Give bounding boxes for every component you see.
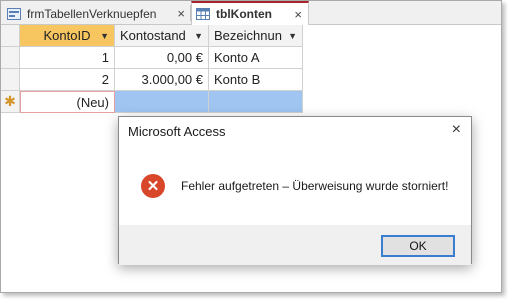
cell-bezeichnung[interactable] [209,91,303,113]
tab-frmTabellenVerknuepfen[interactable]: frmTabellenVerknuepfen × [3,2,191,25]
table-row[interactable]: 2 3.000,00 € Konto B [1,69,303,91]
column-header-kontoid[interactable]: KontoID ▼ [20,25,115,47]
dialog-title: Microsoft Access [128,123,226,139]
new-record-icon: ✱ [4,93,16,109]
tab-tblKonten[interactable]: tblKonten × [191,1,309,25]
new-record-row[interactable]: ✱ (Neu) [1,91,303,113]
dialog-message: Fehler aufgetreten – Überweisung wurde s… [181,179,449,193]
chevron-down-icon[interactable]: ▼ [288,31,297,41]
dialog-footer: OK [119,225,471,265]
cell-kontoid[interactable]: 2 [20,69,115,91]
error-dialog: Microsoft Access × ✕ Fehler aufgetreten … [118,116,472,265]
table-row[interactable]: 1 0,00 € Konto A [1,47,303,69]
select-all-corner[interactable] [1,25,20,47]
column-header-kontostand[interactable]: Kontostand ▼ [115,25,209,47]
document-tab-bar: frmTabellenVerknuepfen × tblKonten × [1,1,501,25]
cell-kontoid[interactable]: (Neu) [20,91,115,113]
cell-kontostand[interactable]: 3.000,00 € [115,69,209,91]
cell-bezeichnung[interactable]: Konto B [209,69,303,91]
table-icon [196,8,210,20]
cell-kontostand[interactable] [115,91,209,113]
tab-label: tblKonten [216,7,272,21]
header-row: KontoID ▼ Kontostand ▼ Bezeichnun ▼ [1,25,303,47]
form-icon [7,7,21,20]
ok-button[interactable]: OK [381,235,455,257]
cell-bezeichnung[interactable]: Konto A [209,47,303,69]
column-header-bezeichnung[interactable]: Bezeichnun ▼ [209,25,303,47]
dialog-title-bar: Microsoft Access × [119,117,471,145]
column-header-label: KontoID [43,28,91,43]
cell-kontostand[interactable]: 0,00 € [115,47,209,69]
chevron-down-icon[interactable]: ▼ [100,31,109,41]
close-icon[interactable]: × [294,8,302,21]
dialog-body: ✕ Fehler aufgetreten – Überweisung wurde… [119,145,471,225]
close-icon[interactable]: × [452,122,461,138]
cell-kontoid[interactable]: 1 [20,47,115,69]
chevron-down-icon[interactable]: ▼ [194,31,203,41]
column-header-label: Bezeichnun [214,28,282,43]
close-icon[interactable]: × [177,7,185,20]
error-icon: ✕ [141,174,165,198]
row-selector[interactable] [1,47,20,69]
tab-label: frmTabellenVerknuepfen [27,6,157,21]
column-header-label: Kontostand [120,28,186,43]
row-selector[interactable]: ✱ [1,91,20,113]
row-selector[interactable] [1,69,20,91]
